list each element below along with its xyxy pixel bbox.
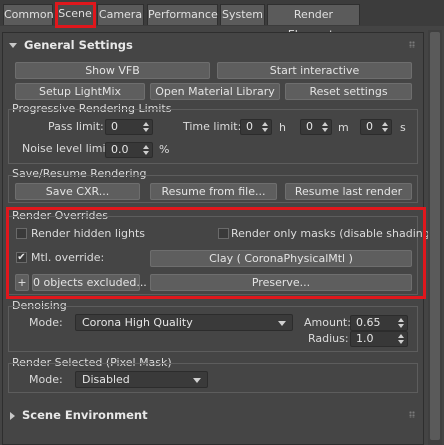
setup-lightmix-button[interactable]: Setup LightMix [15,83,145,100]
radius-value: 1.0 [356,332,374,345]
minutes-value: 0 [306,120,313,133]
render-only-masks-label: Render only masks (disable shading) [231,227,435,240]
spinner-arrows-icon[interactable] [398,318,404,328]
radius-label: Radius: [308,332,349,345]
tab-common[interactable]: Common [3,4,54,25]
objects-excluded-button[interactable]: 0 objects excluded... [32,274,147,291]
start-interactive-button[interactable]: Start interactive [217,62,412,79]
dropdown-arrow-icon [193,378,201,383]
tab-system[interactable]: System [220,4,265,25]
scene-environment-header[interactable]: Scene Environment [5,405,423,425]
preserve-button[interactable]: Preserve... [150,274,412,291]
grip-icon [409,411,415,418]
spinner-arrows-icon[interactable] [262,122,268,132]
open-material-library-button[interactable]: Open Material Library [150,83,280,100]
render-selected-group [8,363,418,393]
render-selected-mode-dropdown[interactable]: Disabled [75,371,208,388]
pass-limit-label: Pass limit: [48,120,104,133]
tab-performance[interactable]: Performance [147,4,218,25]
add-exclusion-button[interactable]: + [15,274,29,291]
collapse-arrow-icon [9,43,17,48]
render-selected-mode-value: Disabled [82,373,130,386]
tab-scene[interactable]: Scene [56,3,94,26]
scene-environment-title: Scene Environment [22,408,148,422]
spinner-arrows-icon[interactable] [398,334,404,344]
hours-spinner[interactable]: 0 [240,119,272,135]
time-limit-label: Time limit: [183,120,242,133]
tab-render-elements[interactable]: Render Elements [267,4,360,41]
spinner-arrows-icon[interactable] [382,122,388,132]
render-hidden-lights-checkbox[interactable] [16,228,27,239]
spinner-arrows-icon[interactable] [143,122,149,132]
clay-material-button[interactable]: Clay ( CoronaPhysicalMtl ) [150,250,412,267]
spinner-arrows-icon[interactable] [143,145,149,155]
amount-value: 0.65 [356,316,381,329]
denoising-mode-label: Mode: [29,316,63,329]
hours-unit: h [279,121,286,134]
amount-label: Amount: [304,316,351,329]
hours-value: 0 [246,120,253,133]
noise-limit-spinner[interactable]: 0.0 [105,142,153,158]
percent-unit: % [159,143,170,156]
render-hidden-lights-label: Render hidden lights [31,227,145,240]
minutes-unit: m [338,121,349,134]
radius-spinner[interactable]: 1.0 [350,331,408,347]
mtl-override-label: Mtl. override: [31,251,105,264]
render-selected-mode-label: Mode: [29,373,63,386]
grip-icon [409,41,415,48]
tab-bar: Common Scene Camera Performance System R… [0,0,444,41]
spinner-arrows-icon[interactable] [322,122,328,132]
seconds-spinner[interactable]: 0 [360,119,392,135]
resume-last-render-button[interactable]: Resume last render [285,183,412,200]
seconds-value: 0 [366,120,373,133]
pass-limit-spinner[interactable]: 0 [105,119,153,135]
general-settings-title: General Settings [24,38,133,52]
show-vfb-button[interactable]: Show VFB [15,62,210,79]
scrollbar-thumb[interactable] [430,32,440,440]
mtl-override-checkbox[interactable]: ✔ [16,252,27,263]
noise-limit-label: Noise level limit: [22,142,114,155]
expand-arrow-icon [10,411,15,420]
amount-spinner[interactable]: 0.65 [350,315,408,331]
seconds-unit: s [400,121,406,134]
reset-settings-button[interactable]: Reset settings [285,83,412,100]
minutes-spinner[interactable]: 0 [300,119,332,135]
check-icon: ✔ [17,252,26,263]
pass-limit-value: 0 [111,120,118,133]
dropdown-arrow-icon [278,321,286,326]
denoising-mode-dropdown[interactable]: Corona High Quality [75,314,293,331]
general-settings-header[interactable]: General Settings [5,35,423,55]
resume-from-file-button[interactable]: Resume from file... [150,183,277,200]
denoising-mode-value: Corona High Quality [82,316,193,329]
render-only-masks-checkbox[interactable] [218,228,229,239]
noise-limit-value: 0.0 [111,143,129,156]
tab-camera[interactable]: Camera [97,4,144,25]
save-cxr-button[interactable]: Save CXR... [15,183,140,200]
